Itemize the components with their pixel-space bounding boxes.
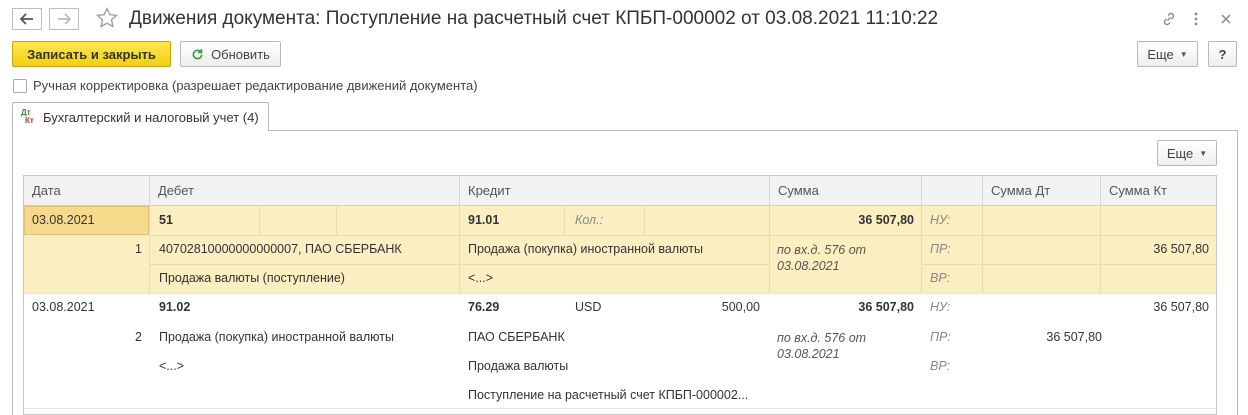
row2-nu-label: НУ:: [930, 300, 951, 314]
row2-debit-account: 91.02: [159, 300, 191, 314]
forward-button[interactable]: [49, 8, 79, 30]
favorite-button[interactable]: [95, 6, 119, 33]
row1-debit-account: 51: [159, 213, 173, 227]
close-button[interactable]: [1215, 8, 1237, 30]
row2-number: 2: [135, 330, 142, 344]
link-button[interactable]: [1158, 8, 1180, 30]
back-button[interactable]: [12, 8, 42, 30]
row1-vr-label: ВР:: [930, 271, 951, 285]
row2-credit-account: 76.29: [468, 300, 500, 314]
row1-number: 1: [135, 242, 142, 256]
row2-debit-sub2: <...>: [159, 359, 185, 373]
link-icon: [1163, 12, 1175, 26]
save-and-close-label: Записать и закрыть: [27, 46, 156, 62]
row2-credit-sub3: Поступление на расчетный счет КПБП-00000…: [468, 388, 749, 402]
help-label: ?: [1218, 46, 1227, 62]
caret-down-icon: ▼: [1199, 148, 1208, 158]
row1-debit-sub1: 40702810000000000007, ПАО СБЕРБАНК: [159, 242, 402, 256]
row1-credit-account: 91.01: [468, 213, 500, 227]
row2-credit-currency-amount: 500,00: [721, 300, 760, 314]
help-button[interactable]: ?: [1208, 41, 1237, 67]
row2-content: по вх.д. 576 от 03.08.2021: [777, 331, 867, 361]
column-header-sum-kt[interactable]: Сумма Кт: [1101, 176, 1216, 206]
more-button[interactable]: Еще ▼: [1137, 41, 1198, 67]
more-vertical-icon: [1194, 12, 1198, 26]
table-more-button[interactable]: Еще ▼: [1157, 140, 1217, 166]
row1-debit-sub2: Продажа валюты (поступление): [159, 271, 345, 285]
row2-amount: 36 507,80: [858, 300, 914, 314]
column-header-date[interactable]: Дата: [24, 176, 150, 206]
column-header-debit[interactable]: Дебет: [150, 176, 460, 206]
row1-nu-label: НУ:: [930, 213, 951, 227]
star-icon: [95, 6, 119, 28]
refresh-label: Обновить: [211, 46, 270, 62]
close-icon: [1221, 14, 1231, 24]
row2-sum-dt-pr: 36 507,80: [1046, 330, 1102, 344]
caret-down-icon: ▼: [1179, 49, 1188, 59]
table-more-label: Еще: [1166, 145, 1194, 161]
row1-pr-label: ПР:: [930, 242, 951, 256]
arrow-right-icon: [58, 13, 71, 25]
row2-credit-currency: USD: [575, 300, 602, 314]
save-and-close-button[interactable]: Записать и закрыть: [12, 41, 171, 67]
row1-date: 03.08.2021: [32, 213, 95, 227]
refresh-button[interactable]: Обновить: [180, 41, 281, 67]
manual-correction-checkbox[interactable]: [13, 79, 27, 93]
row2-credit-sub2: Продажа валюты: [468, 359, 569, 373]
row1-content: по вх.д. 576 от 03.08.2021: [777, 243, 867, 273]
manual-correction-label: Ручная корректировка (разрешает редактир…: [33, 78, 478, 93]
kt-label: Кт: [25, 116, 34, 125]
row2-sum-kt-nu: 36 507,80: [1153, 300, 1209, 314]
dt-kt-icon: Дт Кт: [21, 109, 34, 125]
row2-date: 03.08.2021: [32, 300, 95, 314]
window-title: Движения документа: Поступление на расче…: [129, 8, 939, 29]
row1-credit-sub2: <...>: [468, 271, 494, 285]
tab-accounting[interactable]: Дт Кт Бухгалтерский и налоговый учет (4): [12, 102, 269, 131]
column-header-amount[interactable]: Сумма: [770, 176, 922, 206]
row1-credit-qty-label: Кол.:: [575, 213, 604, 227]
menu-button[interactable]: [1185, 8, 1207, 30]
column-header-sum-dt[interactable]: Сумма Дт: [983, 176, 1101, 206]
arrow-left-icon: [20, 13, 33, 25]
row1-amount: 36 507,80: [858, 213, 914, 227]
row2-pr-label: ПР:: [930, 330, 951, 344]
row1-credit-sub1: Продажа (покупка) иностранной валюты: [468, 242, 703, 256]
row2-debit-sub1: Продажа (покупка) иностранной валюты: [159, 330, 394, 344]
more-label: Еще: [1147, 46, 1174, 62]
column-header-credit[interactable]: Кредит: [460, 176, 770, 206]
column-header-blank[interactable]: [922, 176, 983, 206]
row2-vr-label: ВР:: [930, 359, 951, 373]
tab-accounting-label: Бухгалтерский и налоговый учет (4): [43, 110, 259, 125]
movements-table: Дата Дебет Кредит Сумма Сумма Дт Сумма К…: [23, 175, 1217, 415]
row2-credit-sub1: ПАО СБЕРБАНК: [468, 330, 565, 344]
row1-sum-kt-pr: 36 507,80: [1153, 242, 1209, 256]
refresh-icon: [192, 48, 203, 59]
